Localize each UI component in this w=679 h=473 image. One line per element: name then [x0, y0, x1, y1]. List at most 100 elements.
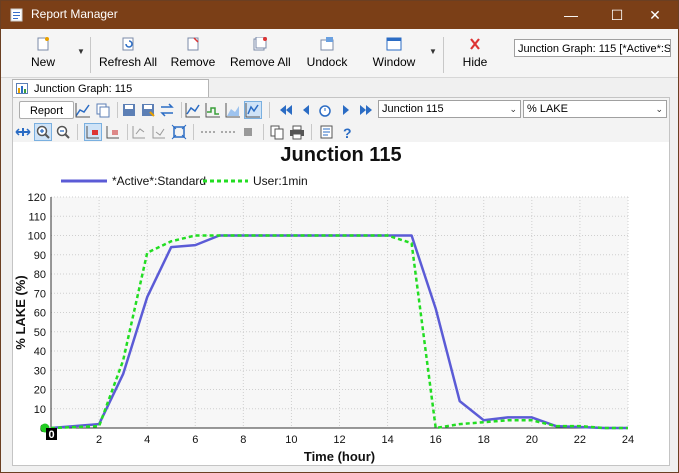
report-manager-window: Report Manager — ☐ ✕ New ▼ Refresh All R…: [0, 0, 679, 473]
window-icon: [386, 37, 402, 51]
ribbon-divider: [90, 37, 91, 73]
zoom-out-icon[interactable]: [55, 124, 71, 140]
window-label: Window: [372, 55, 416, 69]
undock-button[interactable]: Undock: [304, 37, 350, 77]
legend-label-user: User:1min: [253, 174, 308, 188]
ribbon-divider: [443, 37, 444, 73]
undo-zoom-icon[interactable]: [131, 124, 147, 140]
title-bar: Report Manager — ☐ ✕: [1, 1, 678, 29]
axis-unlock-icon[interactable]: [105, 124, 121, 140]
remove-icon: [187, 37, 199, 51]
y-tick-label: 20: [34, 385, 46, 397]
shrink-range-icon[interactable]: [200, 124, 216, 140]
new-report-icon: [37, 37, 49, 51]
x-tick-label: 4: [144, 434, 150, 446]
toolbar-divider: [263, 124, 264, 140]
refresh-all-label: Refresh All: [99, 55, 158, 69]
graph-type-icon[interactable]: [75, 102, 91, 118]
save-icon[interactable]: [121, 102, 137, 118]
x-tick-label: 2: [96, 434, 102, 446]
save-as-icon[interactable]: [140, 102, 156, 118]
chevron-down-icon: ⌄: [509, 104, 517, 114]
report-selector[interactable]: Junction Graph: 115 [*Active*:S: [514, 39, 671, 57]
print-icon[interactable]: [289, 124, 305, 140]
help-icon[interactable]: ?: [339, 124, 355, 140]
remove-button[interactable]: Remove: [169, 37, 217, 77]
graph-tab-icon: [16, 83, 28, 94]
graph-toolbar-row-1: Report Junction 115 ⌄ % LAKE ⌄: [13, 98, 669, 122]
x-tick-label: 20: [526, 434, 538, 446]
next-step-icon[interactable]: [338, 102, 354, 118]
x-tick-label: 6: [192, 434, 198, 446]
junction-chart: Junction 115 *Active*:Standard User:1min…: [13, 142, 669, 465]
toolbar-divider: [117, 102, 118, 118]
profile-chart-icon[interactable]: [244, 101, 262, 119]
chart-title: Junction 115: [280, 144, 401, 166]
svg-text:?: ?: [343, 125, 352, 140]
refresh-all-button[interactable]: Refresh All: [99, 37, 157, 77]
refresh-icon: [122, 37, 134, 51]
report-button[interactable]: Report: [19, 101, 74, 119]
x-tick-label: 8: [240, 434, 246, 446]
remove-label: Remove: [170, 55, 216, 69]
last-step-icon[interactable]: [358, 102, 374, 118]
new-button[interactable]: New: [21, 37, 65, 77]
object-select[interactable]: Junction 115 ⌄: [378, 100, 521, 118]
y-tick-label: 10: [34, 404, 46, 416]
tab-junction-graph[interactable]: Junction Graph: 115 [*Active*:Standard]: [12, 79, 209, 113]
hide-button[interactable]: Hide: [457, 37, 493, 77]
minimize-button[interactable]: —: [548, 1, 594, 29]
pan-icon[interactable]: [15, 124, 31, 140]
y-tick-label: 120: [28, 192, 46, 204]
toolbar-divider: [127, 124, 128, 140]
expand-range-icon[interactable]: [220, 124, 236, 140]
graph-toolbar-row-2: ?: [13, 122, 669, 143]
copy-icon[interactable]: [269, 124, 285, 140]
y-tick-label: 110: [28, 211, 46, 223]
window-title: Report Manager: [31, 7, 118, 21]
undock-icon: [320, 37, 334, 51]
x-tick-label: 18: [478, 434, 490, 446]
stop-icon[interactable]: [240, 124, 256, 140]
chevron-down-icon: ⌄: [655, 104, 663, 114]
properties-icon[interactable]: [319, 124, 335, 140]
parameter-select[interactable]: % LAKE ⌄: [523, 100, 667, 118]
previous-step-icon[interactable]: [298, 102, 314, 118]
copy-graph-icon[interactable]: [95, 102, 111, 118]
toolbar-divider: [311, 124, 312, 140]
step-chart-icon[interactable]: [205, 102, 221, 118]
start-marker-label: 0: [48, 429, 54, 441]
first-step-icon[interactable]: [278, 102, 294, 118]
hide-x-icon: [470, 38, 480, 50]
window-dropdown-arrow-icon[interactable]: ▼: [429, 47, 437, 56]
new-dropdown-arrow-icon[interactable]: ▼: [77, 47, 85, 56]
zoom-in-icon[interactable]: [34, 123, 52, 141]
toolbar-divider: [193, 124, 194, 140]
y-tick-label: 60: [34, 308, 46, 320]
toolbar-divider: [181, 102, 182, 118]
report-manager-icon: [10, 8, 23, 22]
area-chart-icon[interactable]: [225, 102, 241, 118]
close-button[interactable]: ✕: [632, 1, 678, 29]
parameter-select-value: % LAKE: [527, 103, 568, 115]
y-tick-label: 100: [28, 231, 46, 243]
x-tick-label: 24: [622, 434, 634, 446]
axis-lock-icon[interactable]: [84, 123, 102, 141]
x-tick-label: 10: [285, 434, 297, 446]
fit-all-icon[interactable]: [171, 124, 187, 140]
object-select-value: Junction 115: [382, 103, 444, 115]
x-tick-label: 14: [381, 434, 393, 446]
x-tick-label: 12: [333, 434, 345, 446]
window-button[interactable]: Window: [371, 37, 417, 77]
x-tick-label: 16: [430, 434, 442, 446]
line-chart-icon[interactable]: [185, 102, 201, 118]
remove-all-button[interactable]: Remove All: [230, 37, 291, 77]
y-tick-label: 80: [34, 269, 46, 281]
x-axis-label: Time (hour): [304, 449, 375, 464]
redo-zoom-icon[interactable]: [151, 124, 167, 140]
sync-icon[interactable]: [159, 102, 175, 118]
y-axis-label: % LAKE (%): [13, 275, 28, 349]
timer-icon[interactable]: [317, 102, 333, 118]
toolbar-divider: [269, 102, 270, 118]
x-tick-label: 22: [574, 434, 586, 446]
